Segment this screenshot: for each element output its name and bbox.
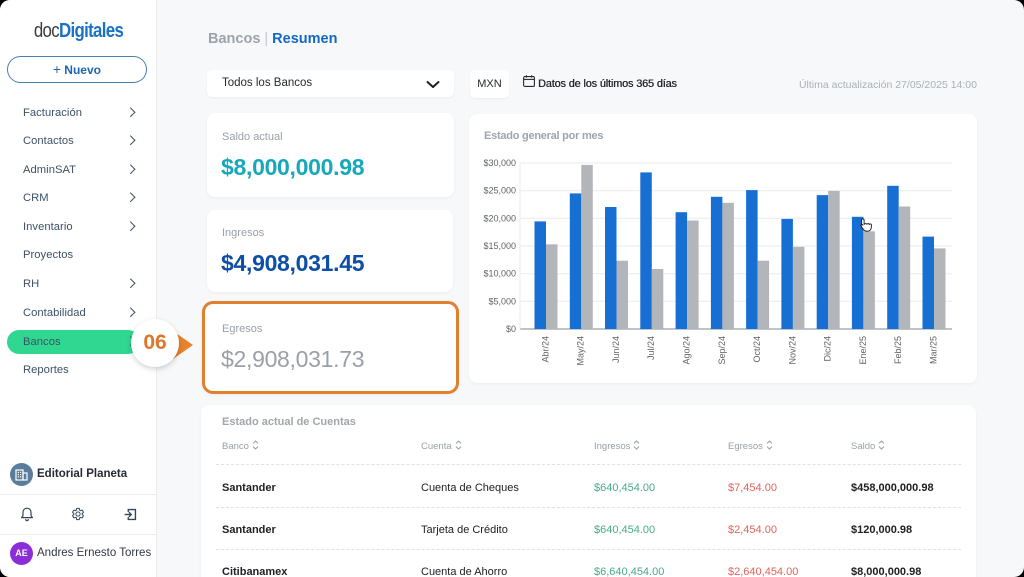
svg-text:Mar/25: Mar/25 — [928, 336, 938, 364]
svg-text:$15,000: $15,000 — [483, 241, 516, 251]
svg-text:$5,000: $5,000 — [488, 296, 516, 306]
svg-text:Ene/25: Ene/25 — [858, 336, 868, 365]
svg-text:Jun/24: Jun/24 — [611, 336, 621, 363]
svg-text:Feb/25: Feb/25 — [893, 336, 903, 364]
svg-text:Jul/24: Jul/24 — [646, 336, 656, 360]
svg-text:$10,000: $10,000 — [483, 269, 516, 279]
svg-text:Abr/24: Abr/24 — [540, 336, 550, 363]
svg-text:Nov/24: Nov/24 — [787, 336, 797, 365]
svg-text:Sep/24: Sep/24 — [717, 336, 727, 365]
svg-text:Ago/24: Ago/24 — [681, 336, 691, 365]
svg-text:$20,000: $20,000 — [483, 213, 516, 223]
svg-text:$25,000: $25,000 — [483, 186, 516, 196]
svg-text:Dic/24: Dic/24 — [823, 336, 833, 362]
svg-text:$0: $0 — [506, 324, 516, 334]
svg-text:$30,000: $30,000 — [483, 158, 516, 168]
svg-text:May/24: May/24 — [576, 336, 586, 366]
svg-text:Oct/24: Oct/24 — [752, 336, 762, 363]
